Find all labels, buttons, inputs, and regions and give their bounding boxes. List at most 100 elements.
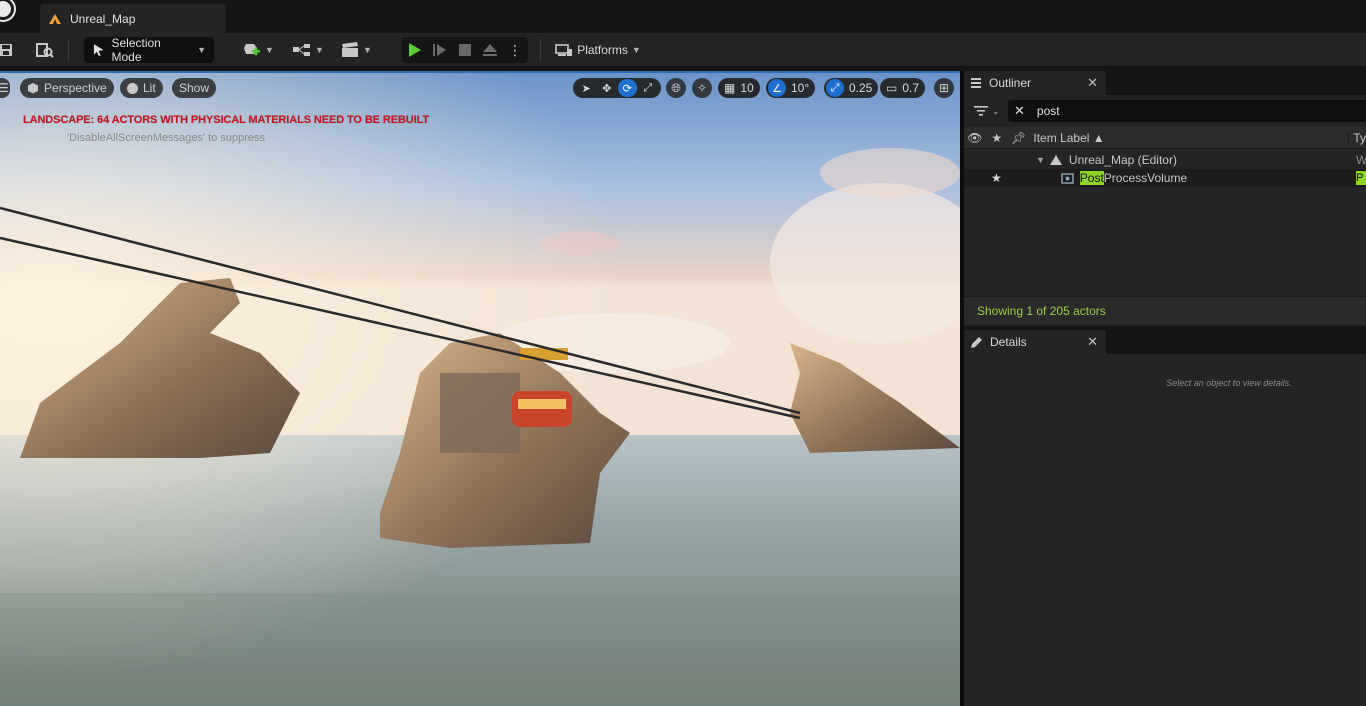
tab-details[interactable]: Details ✕ xyxy=(964,330,1106,354)
favorite-column-icon[interactable]: ★ xyxy=(986,131,1008,145)
camera-icon: ▭ xyxy=(886,81,898,95)
scale-snap-icon: ⤢ xyxy=(826,79,844,97)
item-label-column[interactable]: Item Label ▲ xyxy=(1033,131,1348,145)
outliner-search-row: ⌄ ✕ post xyxy=(964,99,1366,123)
level-viewport[interactable]: ☰ Perspective Lit Show ➤ ✥ ⟳ ⤢ 🌐︎ ✧ ▦ 10… xyxy=(0,71,960,706)
lit-label: Lit xyxy=(143,81,156,95)
blueprints-button[interactable]: ▼ xyxy=(290,37,326,63)
rotation-snap-value: 10° xyxy=(791,81,810,95)
translate-tool-icon[interactable]: ✥ xyxy=(598,79,617,97)
tree-row-type: W xyxy=(1356,153,1366,167)
outliner-status: Showing 1 of 205 actors xyxy=(964,296,1366,324)
surface-snap-icon[interactable]: ✧ xyxy=(692,78,712,98)
type-column[interactable]: Ty xyxy=(1348,130,1366,145)
viewport-scene xyxy=(0,73,960,706)
volume-icon xyxy=(1061,173,1074,184)
details-tab-label: Details xyxy=(990,335,1027,349)
chevron-down-icon: ▼ xyxy=(265,45,274,55)
perspective-button[interactable]: Perspective xyxy=(20,78,114,98)
perspective-label: Perspective xyxy=(44,81,107,95)
rotate-tool-icon[interactable]: ⟳ xyxy=(618,79,637,97)
chevron-down-icon: ▼ xyxy=(197,45,206,55)
cube-icon xyxy=(28,83,38,94)
outliner-header: 👁︎ ★ 📌︎ Item Label ▲ Ty xyxy=(964,127,1366,149)
scale-snap-button[interactable]: ⤢ 0.25 xyxy=(824,78,879,98)
more-options-icon[interactable]: ⋮ xyxy=(508,43,522,57)
angle-icon: ∠ xyxy=(768,79,786,97)
details-tabbar: Details ✕ xyxy=(964,330,1366,354)
chevron-down-icon: ▼ xyxy=(315,45,324,55)
clapperboard-icon xyxy=(342,42,359,57)
main-toolbar: Selection Mode ▼ ▼ ▼ ▼ ⋮ Platforms ▼ xyxy=(0,33,1366,67)
world-space-icon[interactable]: 🌐︎ xyxy=(666,78,686,98)
tree-row-label: PostProcessVolume xyxy=(1079,171,1188,185)
rebuild-warning: LANDSCAPE: 64 ACTORS WITH PHYSICAL MATER… xyxy=(23,114,430,126)
selection-mode-button[interactable]: Selection Mode ▼ xyxy=(84,36,214,64)
outliner-icon xyxy=(971,78,981,88)
tab-outliner[interactable]: Outliner ✕ xyxy=(964,71,1106,95)
platforms-button[interactable]: Platforms ▼ xyxy=(552,37,644,63)
map-tab-label: Unreal_Map xyxy=(70,11,136,26)
chevron-down-icon: ⌄ xyxy=(992,105,1000,116)
tree-row-postprocessvolume[interactable]: ★ PostProcessVolume P xyxy=(964,169,1366,187)
tab-unreal-map[interactable]: Unreal_Map xyxy=(40,4,226,33)
cinematics-button[interactable]: ▼ xyxy=(338,37,374,63)
toolbar-divider xyxy=(68,39,69,61)
blueprint-icon xyxy=(293,44,311,56)
outliner-search-input[interactable]: ✕ post xyxy=(1008,100,1366,122)
scale-tool-icon[interactable]: ⤢ xyxy=(639,79,658,97)
play-controls: ⋮ xyxy=(402,37,528,63)
camera-speed-button[interactable]: ▭ 0.7 xyxy=(880,78,926,98)
visibility-column-icon[interactable]: 👁︎ xyxy=(964,131,986,145)
eject-icon[interactable] xyxy=(482,43,498,57)
world-icon xyxy=(1049,155,1062,165)
tree-row-map[interactable]: ▼ Unreal_Map (Editor) W xyxy=(964,151,1366,169)
favorite-icon[interactable]: ★ xyxy=(991,171,1002,185)
scale-snap-value: 0.25 xyxy=(849,81,873,95)
grid-snap-button[interactable]: ▦ 10 xyxy=(718,78,760,98)
level-icon xyxy=(49,13,61,24)
toolbar-divider xyxy=(540,39,541,61)
clear-search-icon[interactable]: ✕ xyxy=(1014,103,1025,119)
camera-speed-value: 0.7 xyxy=(902,81,920,95)
rotation-snap-button[interactable]: ∠ 10° xyxy=(766,78,816,98)
filter-button[interactable]: ⌄ xyxy=(974,105,1004,117)
tree-row-type: P xyxy=(1356,171,1366,185)
platforms-icon xyxy=(555,44,573,56)
chevron-down-icon: ▼ xyxy=(631,45,641,55)
add-actor-button[interactable]: ▼ xyxy=(240,37,276,63)
pin-column-icon[interactable]: 📌︎ xyxy=(1008,131,1030,145)
show-button[interactable]: Show xyxy=(172,78,217,98)
close-icon[interactable]: ✕ xyxy=(1087,75,1098,91)
layout-icon[interactable]: ⊞ xyxy=(934,78,954,98)
selection-mode-label: Selection Mode xyxy=(111,36,161,64)
unreal-logo-icon[interactable] xyxy=(0,0,14,20)
grid-icon: ▦ xyxy=(724,81,736,95)
stop-icon[interactable] xyxy=(458,43,472,57)
chevron-down-icon: ▼ xyxy=(363,45,372,55)
browse-content-icon[interactable] xyxy=(34,37,56,63)
outliner-panel: Outliner ✕ ⌄ ✕ post 👁︎ ★ 📌︎ Item Label ▲… xyxy=(964,71,1366,326)
select-tool-icon[interactable]: ➤ xyxy=(577,79,596,97)
lit-button[interactable]: Lit xyxy=(120,78,163,98)
expand-arrow-icon[interactable]: ▼ xyxy=(1036,155,1045,165)
outliner-tab-label: Outliner xyxy=(989,76,1032,90)
suppress-hint: 'DisableAllScreenMessages' to suppress xyxy=(67,132,266,144)
tree-row-label: Unreal_Map (Editor) xyxy=(1068,153,1177,167)
play-icon[interactable] xyxy=(408,42,422,58)
details-panel: Details ✕ Select an object to view detai… xyxy=(964,330,1366,706)
cursor-icon xyxy=(93,44,104,56)
filter-icon xyxy=(974,106,988,116)
step-forward-icon[interactable] xyxy=(432,43,448,57)
close-icon[interactable]: ✕ xyxy=(1087,334,1098,350)
add-actor-icon xyxy=(244,44,261,56)
transform-tools: ➤ ✥ ⟳ ⤢ xyxy=(573,78,661,98)
grid-snap-value: 10 xyxy=(740,81,754,95)
show-label: Show xyxy=(179,81,210,95)
search-value: post xyxy=(1036,104,1060,118)
platforms-label: Platforms xyxy=(577,43,628,57)
save-icon[interactable] xyxy=(0,37,16,63)
title-bar: Unreal_Map xyxy=(0,0,1366,33)
details-empty-message: Select an object to view details. xyxy=(1166,378,1292,388)
outliner-tabbar: Outliner ✕ xyxy=(964,71,1366,95)
